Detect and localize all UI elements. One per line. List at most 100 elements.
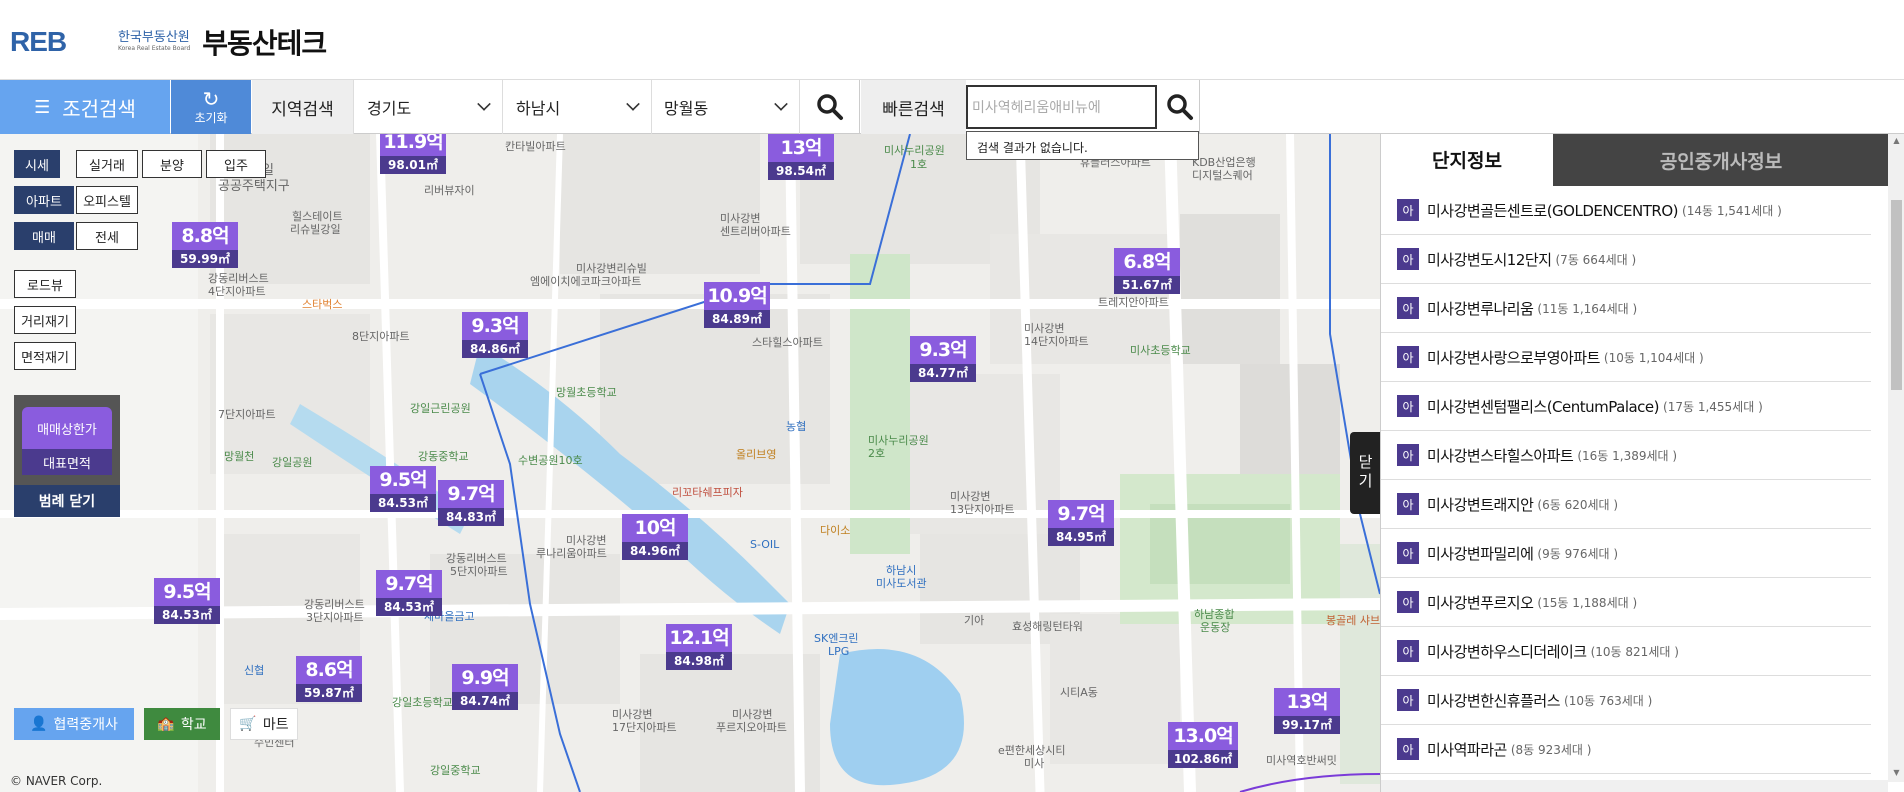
roadview-button[interactable]: 로드뷰: [14, 270, 76, 298]
list-item[interactable]: 아 미사강변센텀팰리스(CentumPalace) (17동 1,455세대 ): [1381, 382, 1871, 431]
filter-presale[interactable]: 분양: [142, 150, 202, 178]
list-item[interactable]: 아 미사역파라곤 (8동 923세대 ): [1381, 725, 1871, 774]
map-label: e편한세상시티: [998, 744, 1066, 757]
marker-price: 9.9억: [452, 664, 518, 692]
map-label: 효성해링턴타워: [1012, 620, 1083, 633]
map-label: 농협: [786, 420, 807, 433]
price-marker[interactable]: 9.7억 84.83㎡: [438, 480, 504, 526]
filter-sale[interactable]: 매매: [14, 222, 74, 250]
filter-price[interactable]: 시세: [14, 150, 60, 178]
list-item[interactable]: 아 미사강변도시12단지 (7동 664세대 ): [1381, 235, 1871, 284]
distance-measure-button[interactable]: 거리재기: [14, 306, 76, 334]
map-label: 미사강변: [720, 212, 761, 225]
tab-broker-info[interactable]: 공인중개사정보: [1553, 134, 1889, 186]
price-marker[interactable]: 8.8억 59.99㎡: [172, 222, 238, 268]
dong-value: 망월동: [664, 99, 709, 118]
legend: 매매상한가 대표면적 범례 닫기: [14, 395, 120, 517]
legend-close-button[interactable]: 범례 닫기: [14, 485, 120, 517]
quick-search-button[interactable]: [1160, 80, 1200, 134]
apt-badge: 아: [1397, 591, 1419, 613]
filter-move-in[interactable]: 입주: [206, 150, 266, 178]
marker-price: 10.9억: [704, 282, 770, 310]
list-item[interactable]: 아 미사강변하우스디더레이크 (10동 821세대 ): [1381, 627, 1871, 676]
list-item[interactable]: 아 미사강변트래지안 (6동 620세대 ): [1381, 480, 1871, 529]
city-value: 하남시: [516, 99, 561, 118]
map-label: 미사강변: [950, 490, 991, 503]
price-marker[interactable]: 10억 84.96㎡: [622, 514, 688, 560]
logo-mark-text: REB: [10, 26, 67, 57]
map-label: 미사누리공원: [868, 434, 929, 447]
list-item[interactable]: 아 미사강변루나리움 (11동 1,164세대 ): [1381, 284, 1871, 333]
complex-name: 미사강변스타힐스아파트: [1427, 446, 1574, 465]
filter-real-deal[interactable]: 실거래: [76, 150, 138, 178]
price-marker[interactable]: 9.9억 84.74㎡: [452, 664, 518, 710]
marker-price: 9.7억: [1048, 500, 1114, 528]
filter-jeonse[interactable]: 전세: [76, 222, 138, 250]
horizontal-scrollbar[interactable]: [1381, 780, 1888, 792]
map[interactable]: 강일 공공주택지구 힐스테이트 리슈빌강일 강동리버스트 4단지아파트 스타벅스…: [0, 134, 1380, 792]
map-label: 봉골레 샤브: [1326, 614, 1380, 627]
price-marker[interactable]: 8.6억 59.87㎡: [296, 656, 362, 702]
panel-close-button[interactable]: 닫기: [1350, 432, 1380, 514]
map-label: 미사도서관: [876, 577, 927, 590]
price-marker[interactable]: 9.5억 84.53㎡: [154, 578, 220, 624]
legend-max-price: 매매상한가: [22, 407, 112, 449]
reset-button[interactable]: ↻ 초기화: [171, 80, 251, 134]
reb-logo-mark: REB: [10, 24, 112, 60]
price-marker[interactable]: 9.7억 84.95㎡: [1048, 500, 1114, 546]
tab-complex-info[interactable]: 단지정보: [1381, 134, 1553, 186]
apt-badge: 아: [1397, 346, 1419, 368]
list-item[interactable]: 아 미사강변스타힐스아파트 (16동 1,389세대 ): [1381, 431, 1871, 480]
price-marker[interactable]: 9.5억 84.53㎡: [370, 466, 436, 512]
scrollbar-thumb[interactable]: [1891, 200, 1902, 390]
marker-price: 9.5억: [370, 466, 436, 494]
complex-name: 미사강변푸르지오: [1427, 593, 1534, 612]
price-marker[interactable]: 12.1억 84.98㎡: [666, 624, 732, 670]
vertical-scrollbar[interactable]: ▲ ▼: [1888, 134, 1904, 782]
filter-apartment[interactable]: 아파트: [14, 186, 74, 214]
logo[interactable]: REB 한국부동산원 Korea Real Estate Board 부동산테크: [10, 22, 327, 62]
scroll-up-icon[interactable]: ▲: [1891, 136, 1902, 147]
list-item[interactable]: 아 미사강변골든센트로(GOLDENCENTRO) (14동 1,541세대 ): [1381, 186, 1871, 235]
map-label: 강동리버스트: [304, 598, 365, 611]
price-marker[interactable]: 13.0억 102.86㎡: [1168, 722, 1238, 768]
list-item[interactable]: 아 미사강변사랑으로부영아파트 (10동 1,104세대 ): [1381, 333, 1871, 382]
price-marker[interactable]: 13억 99.17㎡: [1274, 688, 1340, 734]
map-label: 강동중학교: [418, 450, 469, 463]
list-item[interactable]: 아 미사강변한신휴플러스 (10동 763세대 ): [1381, 676, 1871, 725]
price-marker[interactable]: 13억 98.54㎡: [768, 134, 834, 180]
city-select[interactable]: 하남시: [504, 80, 652, 134]
quick-search-input[interactable]: [966, 85, 1157, 129]
school-label: 학교: [180, 717, 207, 733]
price-marker[interactable]: 6.8억 51.67㎡: [1114, 248, 1180, 294]
map-label: 7단지아파트: [218, 408, 276, 421]
marker-price: 13.0억: [1168, 722, 1238, 750]
map-label: 힐스테이트: [292, 210, 343, 223]
province-select[interactable]: 경기도: [355, 80, 503, 134]
apt-badge: 아: [1397, 444, 1419, 466]
price-marker[interactable]: 9.3억 84.77㎡: [910, 336, 976, 382]
price-marker[interactable]: 9.3억 84.86㎡: [462, 312, 528, 358]
list-item[interactable]: 아 미사강변푸르지오 (15동 1,188세대 ): [1381, 578, 1871, 627]
complex-info: (10동 1,104세대 ): [1603, 350, 1704, 365]
complex-info: (6동 620세대 ): [1537, 497, 1619, 512]
map-label: 기아: [964, 614, 985, 627]
filter-officetel[interactable]: 오피스텔: [76, 186, 138, 214]
price-marker[interactable]: 10.9억 84.89㎡: [704, 282, 770, 328]
apt-badge: 아: [1397, 395, 1419, 417]
school-button[interactable]: 🏫 학교: [144, 708, 220, 740]
complex-name: 미사강변한신휴플러스: [1427, 691, 1561, 710]
price-marker[interactable]: 9.7억 84.53㎡: [376, 570, 442, 616]
condition-search-button[interactable]: ☰ 조건검색: [0, 80, 170, 134]
complex-info: (9동 976세대 ): [1537, 546, 1619, 561]
price-marker[interactable]: 11.9억 98.01㎡: [380, 134, 446, 174]
mart-button[interactable]: 🛒 마트: [230, 708, 298, 740]
map-label: 강일초등학교: [392, 696, 453, 709]
area-measure-button[interactable]: 면적재기: [14, 342, 76, 370]
region-search-button[interactable]: [800, 80, 860, 134]
scroll-down-icon[interactable]: ▼: [1891, 768, 1902, 779]
dong-select[interactable]: 망월동: [652, 80, 800, 134]
map-label: LPG: [828, 645, 850, 658]
list-item[interactable]: 아 미사강변파밀리에 (9동 976세대 ): [1381, 529, 1871, 578]
partner-broker-button[interactable]: 👤 협력중개사: [14, 708, 134, 740]
